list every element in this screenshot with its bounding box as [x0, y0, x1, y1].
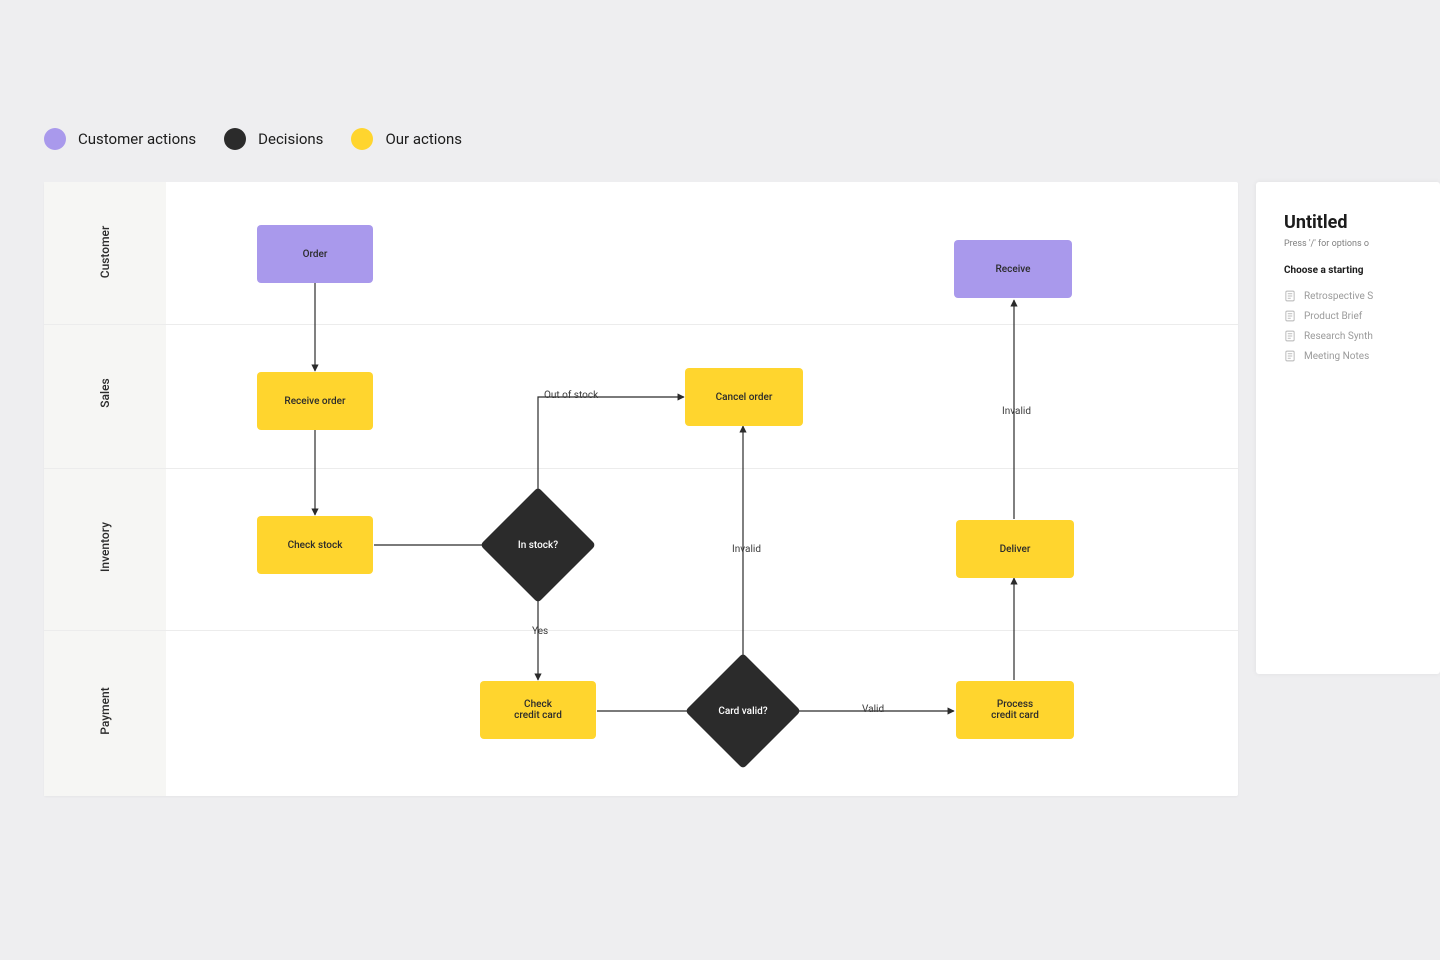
legend-item-customer: Customer actions [44, 128, 196, 150]
node-receive-order[interactable]: Receive order [257, 372, 373, 430]
template-label: Product Brief [1304, 311, 1362, 322]
edge-label-valid: Valid [862, 704, 884, 715]
legend-label: Customer actions [78, 130, 196, 148]
node-label: Process [997, 699, 1033, 710]
node-label: Deliver [1000, 544, 1031, 555]
edge-label-yes: Yes [532, 626, 548, 637]
edge-label-invalid-right: Invalid [1002, 406, 1031, 417]
document-icon [1284, 290, 1296, 302]
node-in-stock[interactable]: In stock? [497, 504, 579, 586]
edge-label-invalid-up: Invalid [732, 544, 761, 555]
template-label: Research Synth [1304, 331, 1373, 342]
panel-subheading: Choose a starting [1284, 265, 1412, 276]
node-label: In stock? [497, 504, 579, 586]
node-label: Check stock [288, 540, 343, 551]
template-label: Meeting Notes [1304, 351, 1369, 362]
document-icon [1284, 350, 1296, 362]
document-icon [1284, 310, 1296, 322]
edge-label-out-of-stock: Out of stock [544, 390, 598, 401]
node-cancel-order[interactable]: Cancel order [685, 368, 803, 426]
node-label: Card valid? [702, 670, 784, 752]
node-label: Cancel order [716, 392, 773, 403]
node-order[interactable]: Order [257, 225, 373, 283]
panel-title: Untitled [1284, 212, 1412, 233]
node-label: Receive [995, 264, 1030, 275]
node-label: credit card [991, 710, 1039, 721]
node-deliver[interactable]: Deliver [956, 520, 1074, 578]
legend: Customer actions Decisions Our actions [44, 128, 462, 150]
node-label: credit card [514, 710, 562, 721]
legend-item-decisions: Decisions [224, 128, 323, 150]
document-icon [1284, 330, 1296, 342]
template-label: Retrospective S [1304, 291, 1373, 302]
node-label: Check [524, 699, 552, 710]
template-item-research-synthesis[interactable]: Research Synth [1284, 326, 1412, 346]
node-receive[interactable]: Receive [954, 240, 1072, 298]
node-label: Order [303, 249, 328, 260]
diagram-canvas[interactable]: Customer Sales Inventory Payment [44, 182, 1238, 796]
legend-label: Decisions [258, 130, 323, 148]
node-check-credit-card[interactable]: Check credit card [480, 681, 596, 739]
template-item-meeting-notes[interactable]: Meeting Notes [1284, 346, 1412, 366]
node-process-credit-card[interactable]: Process credit card [956, 681, 1074, 739]
legend-swatch-dark [224, 128, 246, 150]
template-panel: Untitled Press '/' for options o Choose … [1256, 182, 1440, 674]
legend-label: Our actions [385, 130, 462, 148]
panel-hint: Press '/' for options o [1284, 239, 1412, 249]
template-item-retrospective[interactable]: Retrospective S [1284, 286, 1412, 306]
legend-item-ouractions: Our actions [351, 128, 462, 150]
node-card-valid[interactable]: Card valid? [702, 670, 784, 752]
legend-swatch-yellow [351, 128, 373, 150]
node-label: Receive order [284, 396, 345, 407]
node-check-stock[interactable]: Check stock [257, 516, 373, 574]
legend-swatch-purple [44, 128, 66, 150]
template-item-product-brief[interactable]: Product Brief [1284, 306, 1412, 326]
